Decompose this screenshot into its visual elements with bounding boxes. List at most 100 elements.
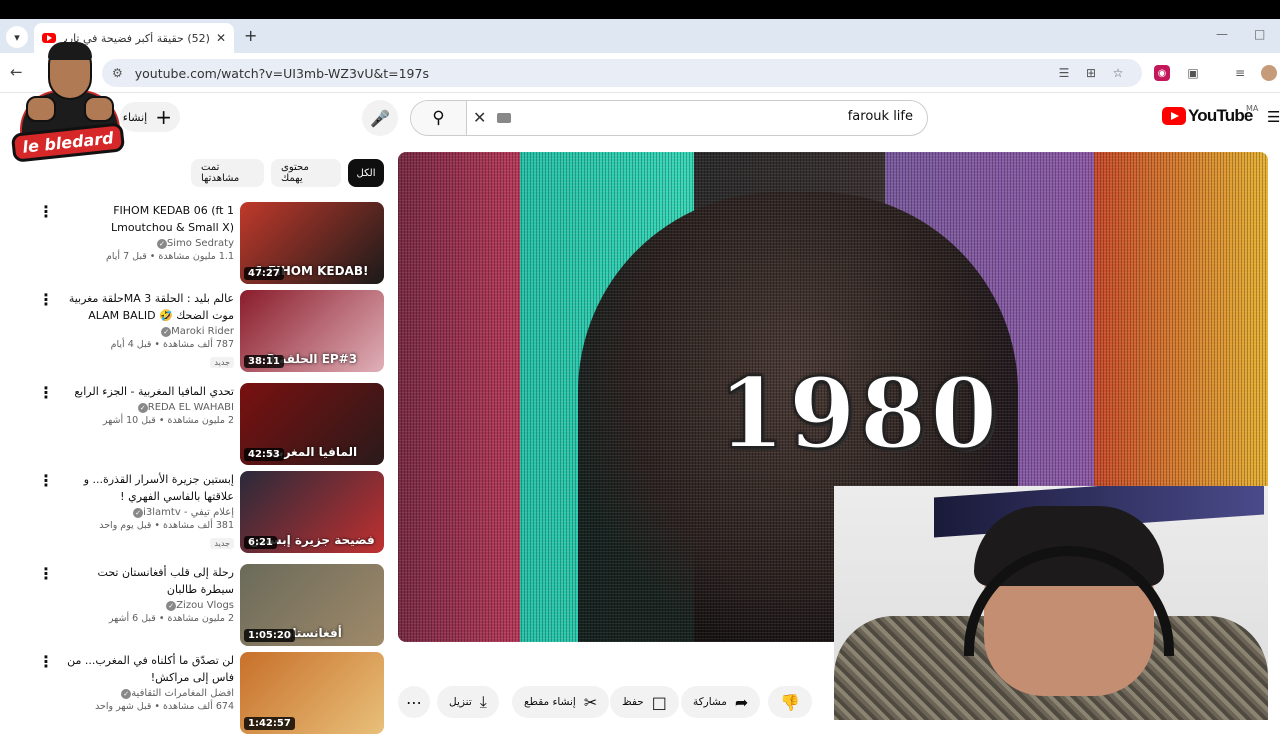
recommendation-meta: 1.1 مليون مشاهدة • قبل 7 أيام xyxy=(106,251,234,262)
logo-right-fist xyxy=(84,96,114,122)
profile-avatar[interactable] xyxy=(1261,65,1277,81)
plus-icon: + xyxy=(155,105,172,129)
more-vert-icon[interactable]: ⋮ xyxy=(38,654,54,670)
url-text: youtube.com/watch?v=UI3mb-WZ3vU&t=197s xyxy=(134,65,429,81)
download-icon: ⤓ xyxy=(479,692,487,711)
recommendation-thumbnail[interactable]: الحلقة 3 EP#338:11 xyxy=(240,290,384,372)
recommendation-item[interactable]: ⋮ لن تصدّق ما أكلناه في المغرب... من فاس … xyxy=(30,652,386,736)
recommendation-title[interactable]: 1 FIHOM KEDAB 06 (ft Lmoutchou & Small X… xyxy=(66,202,234,236)
recommendation-channel[interactable]: REDA EL WAHABI✓ xyxy=(66,402,234,413)
new-badge: جديد xyxy=(210,357,234,368)
recommendation-channel[interactable]: Simo Sedraty✓ xyxy=(66,238,234,249)
keyboard-icon[interactable] xyxy=(497,113,511,123)
more-vert-icon[interactable]: ⋮ xyxy=(38,292,54,308)
mic-icon[interactable]: 🎤 xyxy=(362,100,398,136)
new-badge: جديد xyxy=(210,538,234,549)
recommendation-title[interactable]: تحدي المافيا المغربية - الجزء الرابع xyxy=(66,383,234,400)
clip-label: إنشاء مقطع xyxy=(524,696,576,708)
extensions-puzzle-icon[interactable]: ▣ xyxy=(1185,65,1201,81)
youtube-logo[interactable]: YouTube xyxy=(1162,106,1253,126)
recommendation-item[interactable]: ⋮ عالم بليد : الحلقة 3 MAحلقة مغربية موت … xyxy=(30,290,386,374)
search-icon[interactable]: ⚲ xyxy=(411,101,467,135)
recommendation-info: عالم بليد : الحلقة 3 MAحلقة مغربية موت ا… xyxy=(66,290,234,369)
create-button[interactable]: إنشاء + xyxy=(120,102,180,132)
verified-check-icon: ✓ xyxy=(121,689,132,699)
recommendation-title[interactable]: عالم بليد : الحلقة 3 MAحلقة مغربية موت ا… xyxy=(66,290,234,324)
tab-close-icon[interactable]: ✕ xyxy=(216,31,226,45)
download-button[interactable]: تنزيل ⤓ xyxy=(437,686,499,718)
recommendation-info: لن تصدّق ما أكلناه في المغرب... من فاس إ… xyxy=(66,652,234,712)
media-controls-icon[interactable]: ≡ xyxy=(1232,65,1248,81)
region-code: MA xyxy=(1246,104,1259,113)
install-app-icon[interactable]: ⊞ xyxy=(1083,65,1099,81)
url-field[interactable]: ⚙ youtube.com/watch?v=UI3mb-WZ3vU&t=197s xyxy=(102,59,1142,87)
recommendation-info: 1 FIHOM KEDAB 06 (ft Lmoutchou & Small X… xyxy=(66,202,234,262)
scissors-icon: ✂ xyxy=(583,692,598,712)
duration-badge: 1:42:57 xyxy=(244,717,295,730)
duration-badge: 6:21 xyxy=(244,536,277,549)
verified-check-icon: ✓ xyxy=(166,601,177,611)
address-bar: ← ⚙ youtube.com/watch?v=UI3mb-WZ3vU&t=19… xyxy=(0,53,1280,93)
new-tab-icon[interactable]: + xyxy=(244,26,257,45)
recommendation-thumbnail[interactable]: أفغانستان 1:05:20 xyxy=(240,564,384,646)
clear-search-icon[interactable]: ✕ xyxy=(473,108,486,127)
recommendation-thumbnail[interactable]: المافيا المغربية 42:53 xyxy=(240,383,384,465)
channel-name: Simo Sedraty xyxy=(166,238,234,249)
maximize-icon[interactable]: □ xyxy=(1254,27,1265,41)
recommendation-channel[interactable]: Maroki Rider✓ xyxy=(66,326,234,337)
search-bar: ⚲ ✕ xyxy=(410,100,928,136)
video-overlay-text: 1980 xyxy=(717,356,1002,471)
more-vert-icon[interactable]: ⋮ xyxy=(38,385,54,401)
recommendation-thumbnail[interactable]: 1 FIHOM KEDAB! 47:27 xyxy=(240,202,384,284)
recommendation-item[interactable]: ⋮ تحدي المافيا المغربية - الجزء الرابع RED… xyxy=(30,383,386,467)
recommendation-meta: 2 مليون مشاهدة • قبل 10 أشهر xyxy=(102,415,234,426)
menu-icon[interactable]: ☰ xyxy=(1267,108,1280,126)
share-button[interactable]: مشاركة ➦ xyxy=(681,686,761,718)
more-vert-icon[interactable]: ⋮ xyxy=(38,204,54,220)
youtube-logo-text: YouTube xyxy=(1188,106,1253,125)
youtube-play-icon xyxy=(1162,107,1186,125)
duration-badge: 42:53 xyxy=(244,448,284,461)
more-actions-button[interactable]: ⋯ xyxy=(398,686,430,718)
recommendation-item[interactable]: ⋮ 1 FIHOM KEDAB 06 (ft Lmoutchou & Small … xyxy=(30,202,386,286)
more-vert-icon[interactable]: ⋮ xyxy=(38,566,54,582)
more-horizontal-icon: ⋯ xyxy=(406,692,422,712)
duration-badge: 38:11 xyxy=(244,355,284,368)
logo-hair xyxy=(48,42,92,60)
more-vert-icon[interactable]: ⋮ xyxy=(38,473,54,489)
recommendation-title[interactable]: إبستين جزيرة الأسرار القذرة... و علاقتها… xyxy=(66,471,234,505)
duration-badge: 1:05:20 xyxy=(244,629,295,642)
translate-icon[interactable]: ☰ xyxy=(1056,65,1072,81)
recommendation-meta: 2 مليون مشاهدة • قبل 6 أشهر xyxy=(108,613,234,624)
save-label: حفظ xyxy=(622,696,644,708)
channel-name: Maroki Rider xyxy=(171,326,234,337)
recommendation-title[interactable]: لن تصدّق ما أكلناه في المغرب... من فاس إ… xyxy=(66,652,234,686)
recommendation-thumbnail[interactable]: 1:42:57 xyxy=(240,652,384,734)
create-label: إنشاء xyxy=(122,110,148,124)
shield-extension-icon[interactable]: ◉ xyxy=(1154,65,1170,81)
search-input[interactable] xyxy=(613,109,913,124)
dislike-button[interactable]: 👎 xyxy=(768,686,812,718)
tab-strip: ▾ (52) حقيقة أكبر فضيحة في تاريخ ✕ + — □ xyxy=(0,19,1280,53)
recommendation-item[interactable]: ⋮ إبستين جزيرة الأسرار القذرة... و علاقته… xyxy=(30,471,386,555)
webcam-overlay xyxy=(834,486,1268,720)
channel-name: REDA EL WAHABI xyxy=(147,402,234,413)
recommendation-channel[interactable]: إعلام تيفي - i3lamtv✓ xyxy=(66,507,234,518)
verified-check-icon: ✓ xyxy=(156,239,167,249)
recommendation-thumbnail[interactable]: فضيحة جزيرة إبستين 6:21 xyxy=(240,471,384,553)
recommendation-channel[interactable]: افضل المغامرات الثقافية✓ xyxy=(66,688,234,699)
clip-button[interactable]: إنشاء مقطع ✂ xyxy=(512,686,610,718)
save-button[interactable]: حفظ □ xyxy=(610,686,679,718)
recommendation-title[interactable]: رحلة إلى قلب أفغانستان تحت سيطرة طالبان xyxy=(66,564,234,598)
recommendation-meta: 674 ألف مشاهدة • قبل شهر واحد xyxy=(95,701,234,712)
channel-name: Zizou Vlogs xyxy=(176,600,234,611)
bookmark-star-icon[interactable]: ☆ xyxy=(1110,65,1126,81)
share-icon: ➦ xyxy=(734,692,749,712)
recommendation-channel[interactable]: Zizou Vlogs✓ xyxy=(66,600,234,611)
chip-all[interactable]: الكل xyxy=(348,159,384,187)
chip-related[interactable]: محتوى يهمك xyxy=(271,159,341,187)
chip-watched[interactable]: تمت مشاهدتها xyxy=(191,159,264,187)
recommendation-item[interactable]: ⋮ رحلة إلى قلب أفغانستان تحت سيطرة طالبان… xyxy=(30,564,386,648)
verified-check-icon: ✓ xyxy=(137,403,148,413)
minimize-icon[interactable]: — xyxy=(1216,27,1228,41)
